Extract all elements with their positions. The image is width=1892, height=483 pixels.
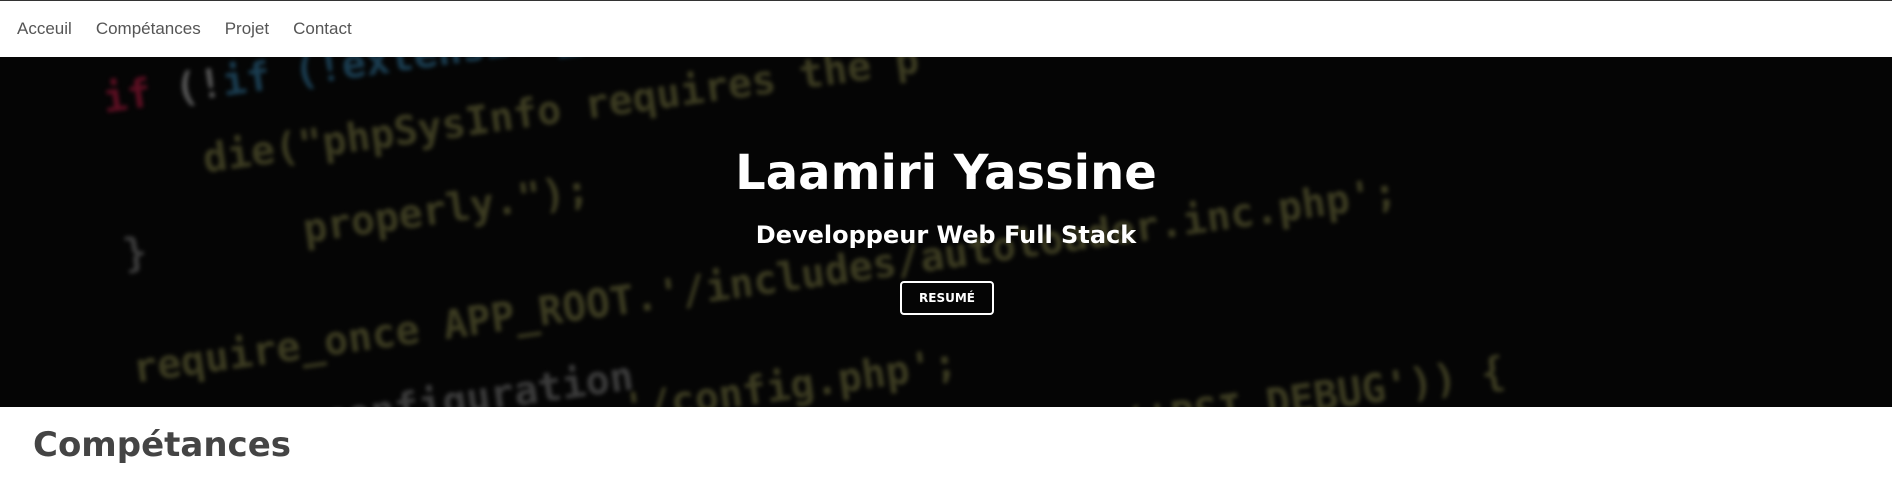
nav-link-acceuil[interactable]: Acceuil <box>17 19 72 39</box>
nav-link-contact[interactable]: Contact <box>293 19 352 39</box>
hero-banner: if (!if (!extension_loaded( die("phpSysI… <box>0 57 1892 407</box>
hero-content: Laamiri Yassine Developpeur Web Full Sta… <box>0 57 1892 407</box>
navbar: Acceuil Compétances Projet Contact <box>0 1 1892 57</box>
hero-subtitle: Developpeur Web Full Stack <box>755 221 1137 249</box>
resume-button[interactable]: RESUMÉ <box>900 281 994 315</box>
nav-link-competances[interactable]: Compétances <box>96 19 201 39</box>
hero-title: Laamiri Yassine <box>735 145 1157 201</box>
nav-link-projet[interactable]: Projet <box>225 19 269 39</box>
skills-section-title: Compétances <box>33 425 291 465</box>
